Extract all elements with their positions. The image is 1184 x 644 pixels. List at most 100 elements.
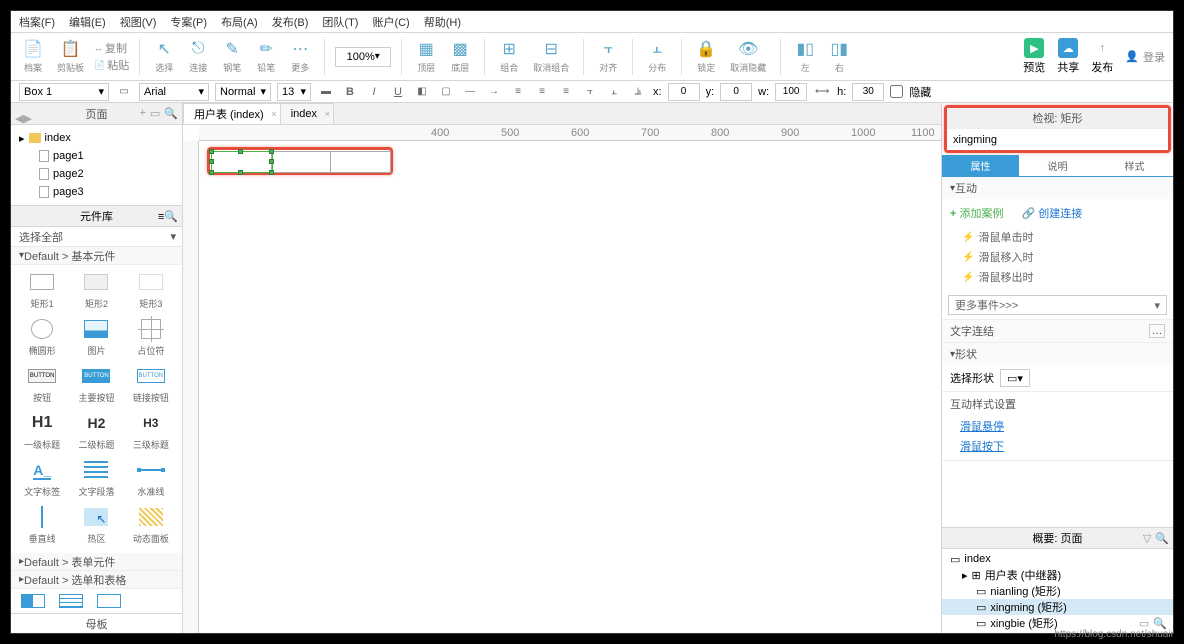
share-button[interactable]: ☁共享 bbox=[1057, 38, 1079, 75]
shape-vline[interactable]: 垂直线 bbox=[17, 506, 67, 545]
add-case-link[interactable]: + 添加案例 bbox=[950, 205, 1004, 221]
tab-usertable[interactable]: 用户表 (index)× bbox=[183, 103, 281, 124]
shape-select-dropdown[interactable]: ▭▾ bbox=[1000, 369, 1030, 387]
border-button[interactable]: ▢ bbox=[437, 83, 455, 101]
outline-index[interactable]: ▭index bbox=[942, 551, 1173, 567]
preview-button[interactable]: ▶预览 bbox=[1023, 38, 1045, 75]
lib-cat-basic[interactable]: ▾ Default > 基本元件 bbox=[11, 247, 182, 265]
hover-style-link[interactable]: 滑鼠悬停 bbox=[960, 421, 1004, 433]
pen-button[interactable]: ✎钢笔 bbox=[218, 37, 246, 76]
shape-primary-button[interactable]: BUTTON主要按钮 bbox=[71, 365, 121, 404]
close-icon[interactable]: × bbox=[271, 109, 276, 119]
align-r-button[interactable]: ≡ bbox=[557, 83, 575, 101]
clipboard-button[interactable]: 📋剪贴板 bbox=[53, 37, 88, 76]
create-link[interactable]: 🔗 创建连接 bbox=[1022, 205, 1083, 221]
menu-file[interactable]: 档案(F) bbox=[19, 14, 55, 30]
shape-label[interactable]: A_文字标签 bbox=[17, 459, 67, 498]
shape-rect1[interactable]: 矩形1 bbox=[17, 271, 67, 310]
link-wh-button[interactable]: ⟷ bbox=[813, 83, 831, 101]
page-page3[interactable]: page3 bbox=[11, 183, 182, 201]
tab-index[interactable]: index× bbox=[280, 103, 334, 124]
shape-dynpanel[interactable]: 动态面板 bbox=[126, 506, 176, 545]
outline-nianling[interactable]: ▭nianling (矩形) bbox=[942, 583, 1173, 599]
login-button[interactable]: 👤登录 bbox=[1125, 49, 1165, 65]
font-dropdown[interactable]: Arial▾ bbox=[139, 83, 209, 101]
search-icon[interactable]: 🔍 bbox=[1155, 532, 1169, 545]
canvas[interactable] bbox=[199, 141, 941, 633]
menu-view[interactable]: 视图(V) bbox=[120, 14, 157, 30]
add-page-icon[interactable]: + bbox=[139, 107, 145, 120]
widget-preview2[interactable] bbox=[59, 594, 83, 608]
close-icon[interactable]: × bbox=[325, 109, 330, 119]
menu-help[interactable]: 帮助(H) bbox=[424, 14, 461, 30]
align-l-button[interactable]: ≡ bbox=[509, 83, 527, 101]
tab-notes[interactable]: 说明 bbox=[1019, 155, 1096, 176]
shape-h1[interactable]: H1一级标题 bbox=[17, 412, 67, 451]
section-shape[interactable]: ▾ 形状 bbox=[942, 343, 1173, 365]
unhide-button[interactable]: 👁取消隐藏 bbox=[726, 37, 770, 76]
weight-dropdown[interactable]: Normal▾ bbox=[215, 83, 271, 101]
widget-name-input[interactable] bbox=[947, 128, 1168, 150]
search-icon[interactable]: 🔍 bbox=[164, 107, 178, 120]
masters-tab[interactable]: 母板▭🔍 bbox=[11, 613, 182, 633]
event-mouseleave[interactable]: ⚡滑鼠移出时 bbox=[950, 267, 1165, 287]
valign-m-button[interactable]: ⫠ bbox=[605, 83, 623, 101]
bold-button[interactable]: B bbox=[341, 83, 359, 101]
front-button[interactable]: ▦顶层 bbox=[412, 37, 440, 76]
menu-team[interactable]: 团队(T) bbox=[322, 14, 358, 30]
outline-xingming[interactable]: ▭xingming (矩形) bbox=[942, 599, 1173, 615]
widget-preview1[interactable] bbox=[21, 594, 45, 608]
menu-project[interactable]: 专案(P) bbox=[170, 14, 207, 30]
shape-h3[interactable]: H3三级标题 bbox=[126, 412, 176, 451]
page-index[interactable]: ▸index bbox=[11, 129, 182, 147]
align-left-button[interactable]: ▮▯左 bbox=[791, 37, 819, 76]
connect-button[interactable]: ⎋连接 bbox=[184, 37, 212, 76]
back-button[interactable]: ▩底层 bbox=[446, 37, 474, 76]
underline-button[interactable]: U bbox=[389, 83, 407, 101]
shape-hrule[interactable]: 水准线 bbox=[126, 459, 176, 498]
tab-style[interactable]: 样式 bbox=[1096, 155, 1173, 176]
shape-hotspot[interactable]: 热区 bbox=[71, 506, 121, 545]
select-button[interactable]: ↖选择 bbox=[150, 37, 178, 76]
shape-h2[interactable]: H2二级标题 bbox=[71, 412, 121, 451]
publish-button[interactable]: ↑发布 bbox=[1091, 38, 1113, 75]
shape-rect3[interactable]: 矩形3 bbox=[126, 271, 176, 310]
shape-image[interactable]: 图片 bbox=[71, 318, 121, 357]
italic-button[interactable]: I bbox=[365, 83, 383, 101]
hide-checkbox[interactable] bbox=[890, 85, 903, 98]
filter-icon[interactable]: ▽ bbox=[1143, 532, 1151, 545]
event-click[interactable]: ⚡滑鼠单击时 bbox=[950, 227, 1165, 247]
page-page1[interactable]: page1 bbox=[11, 147, 182, 165]
cell-nianling[interactable] bbox=[272, 152, 332, 172]
h-input[interactable] bbox=[852, 83, 884, 101]
group-button[interactable]: ⊞组合 bbox=[495, 37, 523, 76]
library-select[interactable]: 选择全部▾ bbox=[11, 227, 182, 247]
valign-t-button[interactable]: ⫟ bbox=[581, 83, 599, 101]
align-c-button[interactable]: ≡ bbox=[533, 83, 551, 101]
event-mouseenter[interactable]: ⚡滑鼠移入时 bbox=[950, 247, 1165, 267]
color-button[interactable]: ▬ bbox=[317, 83, 335, 101]
lib-search-icon[interactable]: 🔍 bbox=[164, 211, 178, 223]
cell-xingming[interactable] bbox=[212, 152, 272, 172]
lib-cat-form[interactable]: ▸ Default > 表单元件 bbox=[11, 553, 182, 571]
align-button[interactable]: ⫟对齐 bbox=[594, 37, 622, 76]
x-input[interactable] bbox=[668, 83, 700, 101]
shape-paragraph[interactable]: 文字段落 bbox=[71, 459, 121, 498]
file-button[interactable]: 📄档案 bbox=[19, 37, 47, 76]
menu-publish[interactable]: 发布(B) bbox=[272, 14, 309, 30]
fill-button[interactable]: ◧ bbox=[413, 83, 431, 101]
outline-container[interactable]: ▸⊞用户表 (中继器) bbox=[942, 567, 1173, 583]
lib-cat-menu[interactable]: ▸ Default > 选单和表格 bbox=[11, 571, 182, 589]
size-dropdown[interactable]: 13▾ bbox=[277, 83, 311, 101]
section-text-link[interactable]: 文字连结… bbox=[942, 320, 1173, 342]
shape-placeholder[interactable]: 占位符 bbox=[126, 318, 176, 357]
y-input[interactable] bbox=[720, 83, 752, 101]
widget-preview3[interactable] bbox=[97, 594, 121, 608]
arrow-button[interactable]: → bbox=[485, 83, 503, 101]
valign-b-button[interactable]: ⫡ bbox=[629, 83, 647, 101]
shape-rect2[interactable]: 矩形2 bbox=[71, 271, 121, 310]
shape-button[interactable]: BUTTON按钮 bbox=[17, 365, 67, 404]
more-events-dropdown[interactable]: 更多事件>>>▾ bbox=[948, 295, 1167, 315]
pressed-style-link[interactable]: 滑鼠按下 bbox=[960, 441, 1004, 453]
menu-edit[interactable]: 编辑(E) bbox=[69, 14, 106, 30]
